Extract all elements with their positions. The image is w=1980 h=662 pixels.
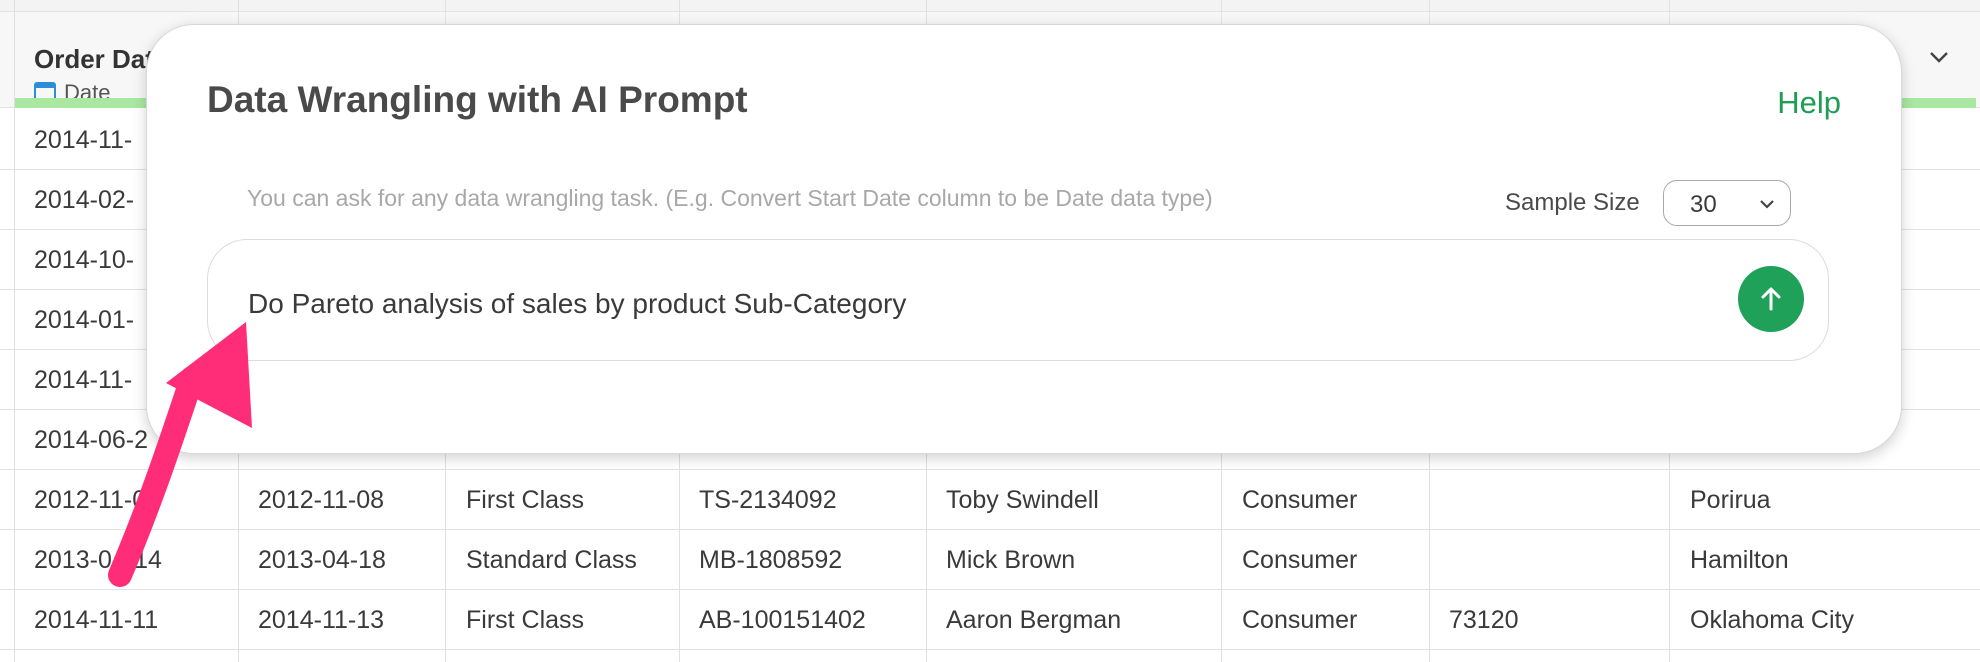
prompt-input[interactable]: Do Pareto analysis of sales by product S… (207, 239, 1829, 361)
chevron-down-icon (1760, 200, 1774, 209)
sample-size-select[interactable]: 30 (1663, 180, 1791, 226)
table-cell: 2014-11- (34, 126, 133, 154)
table-cell: Standard Class (466, 546, 637, 574)
table-cell: Aaron Bergman (946, 606, 1122, 634)
table-cell: 2014-11-13 (258, 606, 385, 634)
prompt-text[interactable]: Do Pareto analysis of sales by product S… (248, 288, 906, 320)
table-cell: Consumer (1242, 606, 1358, 634)
help-link[interactable]: Help (1777, 85, 1841, 121)
table-cell: 2014-11- (34, 366, 133, 394)
column-name: Order Dat (34, 44, 154, 74)
table-cell: First Class (466, 606, 585, 634)
table-row[interactable]: 2014-11-11 2014-11-13 First Class AB-100… (0, 590, 1980, 650)
table-cell: Toby Swindell (946, 486, 1099, 514)
ai-prompt-dialog: Data Wrangling with AI Prompt Help You c… (146, 24, 1902, 454)
table-cell: 2014-02- (34, 186, 135, 214)
table-cell: Consumer (1242, 546, 1358, 574)
table-cell: 2013-04-18 (258, 546, 386, 574)
send-button[interactable] (1738, 266, 1804, 332)
table-cell: 2013-04-14 (34, 546, 162, 574)
sample-size-label: Sample Size (1505, 189, 1640, 216)
sample-size-value: 30 (1690, 191, 1717, 218)
dialog-title: Data Wrangling with AI Prompt (207, 79, 748, 120)
chevron-down-icon[interactable] (1928, 46, 1950, 68)
table-cell: 2014-06-2 (34, 426, 148, 454)
table-cell: 2014-01- (34, 306, 135, 334)
table-cell: Mick Brown (946, 546, 1076, 574)
table-cell: 2012-11-06 (34, 486, 161, 514)
table-cell: TS-2134092 (699, 486, 837, 514)
table-cell: MB-1808592 (699, 546, 843, 574)
table-cell: First Class (466, 486, 585, 514)
table-cell: 2012-11-08 (258, 486, 385, 514)
table-row[interactable]: 2013-04-14 2013-04-18 Standard Class MB-… (0, 530, 1980, 590)
prompt-hint: You can ask for any data wrangling task.… (247, 185, 1213, 211)
arrow-up-icon (1761, 287, 1781, 311)
table-cell: 73120 (1449, 606, 1519, 634)
table-cell: Hamilton (1690, 546, 1789, 574)
table-row[interactable]: 2012-11-06 2012-11-08 First Class TS-213… (0, 470, 1980, 530)
table-cell: AB-100151402 (699, 606, 866, 634)
table-cell: Porirua (1690, 486, 1771, 514)
table-cell: Oklahoma City (1690, 606, 1854, 634)
grid-top-strip (0, 0, 1980, 12)
table-cell: Consumer (1242, 486, 1358, 514)
table-cell: 2014-10- (34, 246, 135, 274)
table-cell: 2014-11-11 (34, 606, 159, 634)
